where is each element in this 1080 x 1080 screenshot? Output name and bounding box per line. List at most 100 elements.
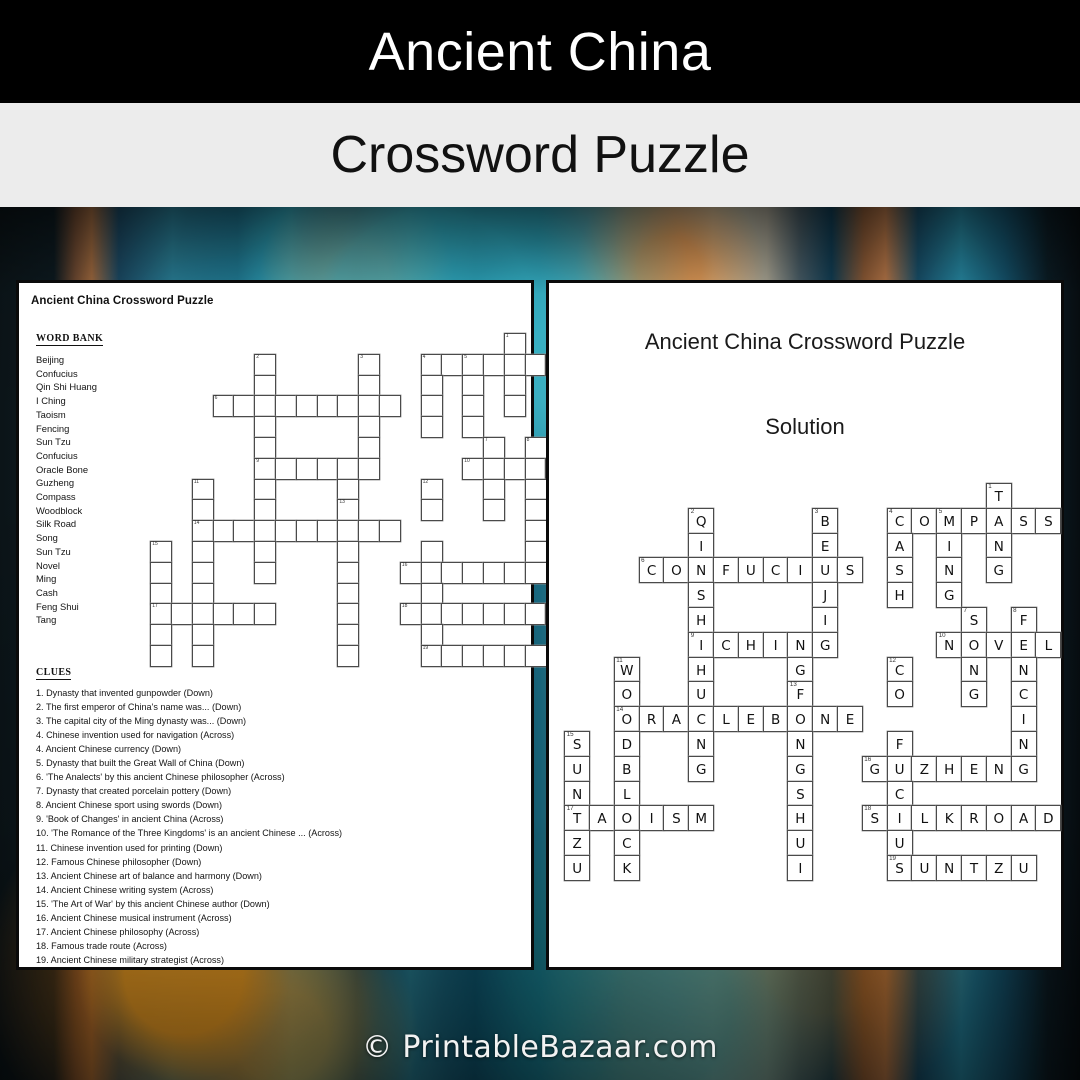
crossword-cell[interactable] <box>420 416 443 439</box>
crossword-cell[interactable] <box>483 457 505 480</box>
crossword-cell[interactable]: 18 S <box>861 805 888 832</box>
crossword-cell[interactable]: C <box>688 706 715 733</box>
crossword-cell[interactable]: N <box>985 532 1012 559</box>
crossword-cell[interactable] <box>503 395 526 418</box>
crossword-cell[interactable]: O <box>613 805 640 832</box>
crossword-cell[interactable]: O <box>663 557 690 584</box>
crossword-cell[interactable]: 16 G <box>861 755 888 782</box>
crossword-cell[interactable] <box>524 457 547 480</box>
crossword-cell[interactable]: 3 <box>358 353 381 376</box>
crossword-cell[interactable]: E <box>961 755 987 782</box>
crossword-cell[interactable]: 9I <box>688 631 715 658</box>
crossword-cell[interactable] <box>316 457 339 480</box>
crossword-cell[interactable]: N <box>688 731 715 757</box>
crossword-cell[interactable] <box>483 561 505 584</box>
crossword-cell[interactable] <box>524 645 547 667</box>
crossword-cell[interactable] <box>420 582 443 605</box>
crossword-cell[interactable]: 7 <box>483 437 505 459</box>
crossword-cell[interactable] <box>462 645 485 667</box>
crossword-cell[interactable]: 10 <box>462 457 485 480</box>
crossword-cell[interactable]: D <box>613 731 640 757</box>
crossword-cell[interactable]: 15 S <box>564 731 591 757</box>
crossword-cell[interactable]: V <box>985 631 1012 658</box>
crossword-cell[interactable] <box>316 395 339 418</box>
crossword-cell[interactable]: H <box>688 607 715 633</box>
crossword-cell[interactable]: S <box>663 805 690 832</box>
crossword-cell[interactable]: N <box>1010 656 1037 683</box>
crossword-cell[interactable]: 12 <box>420 478 443 501</box>
crossword-cell[interactable]: G <box>787 656 814 683</box>
crossword-cell[interactable]: 17 <box>150 603 173 626</box>
crossword-cell[interactable] <box>462 416 485 439</box>
crossword-cell[interactable] <box>441 603 464 626</box>
crossword-cell[interactable] <box>420 374 443 397</box>
crossword-cell[interactable]: 12 C <box>886 656 913 683</box>
crossword-cell[interactable] <box>337 457 360 480</box>
crossword-cell[interactable] <box>337 645 360 667</box>
crossword-cell[interactable] <box>295 395 318 418</box>
crossword-cell[interactable] <box>337 582 360 605</box>
crossword-cell[interactable]: H <box>737 631 764 658</box>
crossword-cell[interactable] <box>441 645 464 667</box>
crossword-cell[interactable]: Z <box>911 755 938 782</box>
crossword-cell[interactable]: I <box>787 855 814 881</box>
crossword-cell[interactable]: A <box>589 805 615 832</box>
crossword-cell[interactable] <box>295 520 318 543</box>
crossword-cell[interactable]: 7S <box>961 607 987 633</box>
crossword-cell[interactable] <box>337 561 360 584</box>
crossword-cell[interactable] <box>462 374 485 397</box>
crossword-cell[interactable] <box>254 478 277 501</box>
crossword-cell[interactable] <box>483 603 505 626</box>
crossword-cell[interactable]: L <box>911 805 938 832</box>
crossword-cell[interactable]: I <box>886 805 913 832</box>
crossword-cell[interactable]: F <box>713 557 739 584</box>
crossword-cell[interactable]: E <box>812 532 839 559</box>
crossword-cell[interactable]: I <box>688 532 715 559</box>
crossword-cell[interactable] <box>295 457 318 480</box>
crossword-cell[interactable]: D <box>1035 805 1062 832</box>
crossword-cell[interactable]: U <box>564 855 591 881</box>
crossword-cell[interactable]: S <box>787 780 814 807</box>
crossword-cell[interactable] <box>358 520 381 543</box>
crossword-cell[interactable] <box>337 478 360 501</box>
crossword-cell[interactable] <box>420 624 443 647</box>
crossword-cell[interactable]: S <box>688 582 715 609</box>
crossword-cell[interactable]: 1T <box>985 483 1012 509</box>
crossword-cell[interactable]: 11 W <box>613 656 640 683</box>
crossword-cell[interactable]: G <box>936 582 963 609</box>
crossword-cell[interactable]: U <box>812 557 839 584</box>
crossword-cell[interactable] <box>275 457 297 480</box>
crossword-cell[interactable]: A <box>886 532 913 559</box>
crossword-cell[interactable]: H <box>886 582 913 609</box>
crossword-cell[interactable] <box>503 374 526 397</box>
crossword-cell[interactable]: A <box>1010 805 1037 832</box>
crossword-cell[interactable]: I <box>1010 706 1037 733</box>
crossword-cell[interactable] <box>524 541 547 563</box>
crossword-cell[interactable]: K <box>936 805 963 832</box>
crossword-cell[interactable] <box>524 603 547 626</box>
crossword-cell[interactable] <box>379 520 401 543</box>
crossword-cell[interactable]: C <box>713 631 739 658</box>
crossword-cell[interactable]: 6C <box>638 557 665 584</box>
crossword-cell[interactable] <box>254 603 277 626</box>
crossword-cell[interactable] <box>503 457 526 480</box>
crossword-cell[interactable] <box>524 353 547 376</box>
crossword-cell[interactable]: T <box>961 855 987 881</box>
crossword-cell[interactable]: 14 O <box>613 706 640 733</box>
crossword-cell[interactable]: 19 <box>420 645 443 667</box>
crossword-cell[interactable]: H <box>936 755 963 782</box>
crossword-cell[interactable]: L <box>613 780 640 807</box>
crossword-cell[interactable]: 11 <box>191 478 214 501</box>
crossword-cell[interactable] <box>462 395 485 418</box>
crossword-cell[interactable]: 6 <box>212 395 235 418</box>
crossword-cell[interactable]: 4 <box>420 353 443 376</box>
crossword-cell[interactable] <box>150 645 173 667</box>
crossword-cell[interactable]: K <box>613 855 640 881</box>
crossword-cell[interactable] <box>503 561 526 584</box>
crossword-cell[interactable]: 9 <box>254 457 277 480</box>
crossword-cell[interactable] <box>524 499 547 522</box>
crossword-cell[interactable] <box>191 624 214 647</box>
crossword-cell[interactable]: B <box>762 706 789 733</box>
crossword-cell[interactable]: O <box>613 681 640 708</box>
crossword-cell[interactable]: O <box>787 706 814 733</box>
